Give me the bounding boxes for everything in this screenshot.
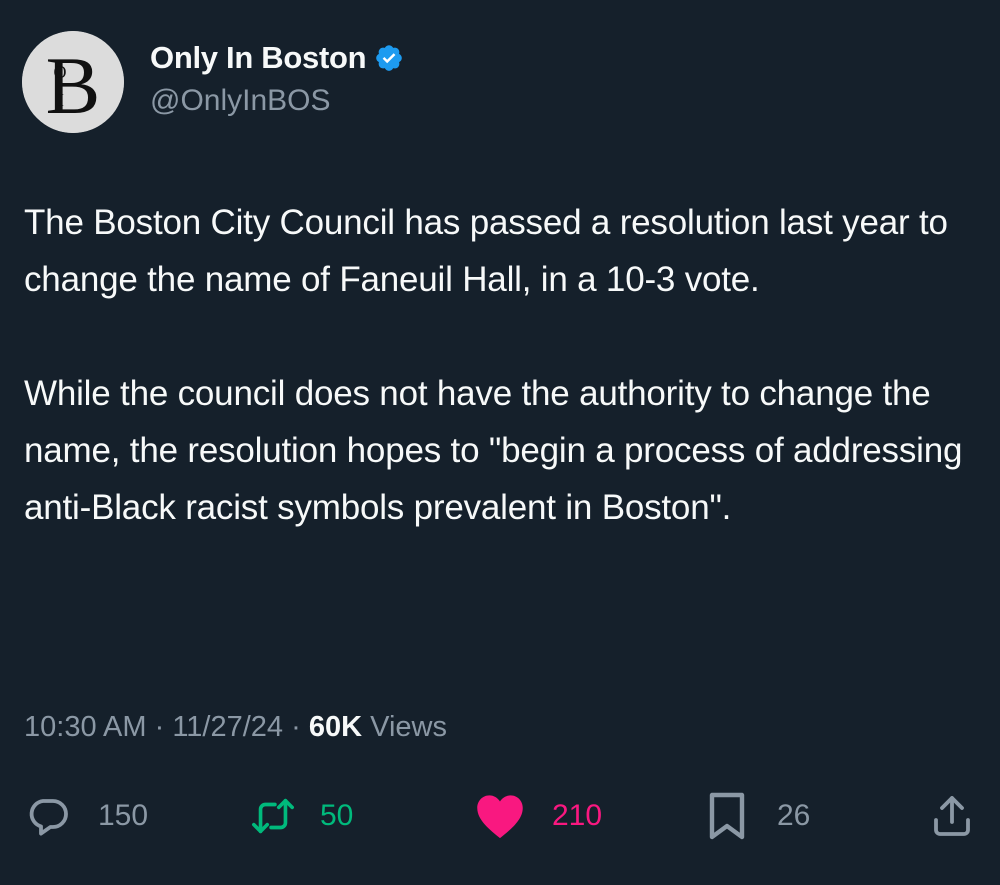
svg-text:B: B: [46, 40, 101, 131]
svg-text:I: I: [58, 90, 64, 110]
tweet-metadata: 10:30 AM · 11/27/24 · 60K Views: [24, 711, 447, 744]
share-button[interactable]: [928, 790, 976, 842]
display-name[interactable]: Only In Boston: [150, 40, 404, 76]
tweet-body: The Boston City Council has passed a res…: [24, 194, 974, 536]
retweet-count: 50: [320, 799, 354, 832]
views-count: 60K: [308, 711, 363, 743]
bookmark-button[interactable]: 26: [707, 790, 810, 842]
retweet-button[interactable]: 50: [248, 790, 353, 842]
separator: ·: [154, 711, 165, 743]
tweet: B O I Only In Boston @OnlyInBOS The Bost…: [0, 0, 1000, 885]
views-label: Views: [370, 711, 447, 743]
tweet-paragraph: While the council does not have the auth…: [24, 374, 963, 527]
display-name-text[interactable]: Only In Boston: [150, 40, 367, 76]
boi-monogram-logo-icon: B O I: [22, 31, 124, 133]
reply-count: 150: [98, 799, 149, 832]
reply-icon: [29, 799, 68, 836]
reply-button[interactable]: 150: [24, 790, 148, 842]
heart-icon: [477, 795, 523, 839]
share-icon: [934, 796, 970, 836]
separator: ·: [291, 711, 301, 743]
bookmark-icon: [709, 792, 745, 840]
verified-badge-icon[interactable]: [374, 43, 404, 73]
account-handle[interactable]: @OnlyInBOS: [150, 84, 331, 118]
avatar[interactable]: B O I: [22, 31, 124, 133]
retweet-icon: [252, 798, 294, 834]
action-bar: 150 50 210 26: [0, 790, 1000, 842]
like-count: 210: [552, 799, 603, 832]
tweet-time[interactable]: 10:30 AM: [24, 711, 147, 743]
tweet-date[interactable]: 11/27/24: [172, 711, 283, 743]
bookmark-count: 26: [777, 799, 811, 832]
tweet-paragraph: The Boston City Council has passed a res…: [24, 203, 948, 299]
svg-text:O: O: [54, 62, 67, 82]
like-button[interactable]: 210: [474, 790, 602, 842]
